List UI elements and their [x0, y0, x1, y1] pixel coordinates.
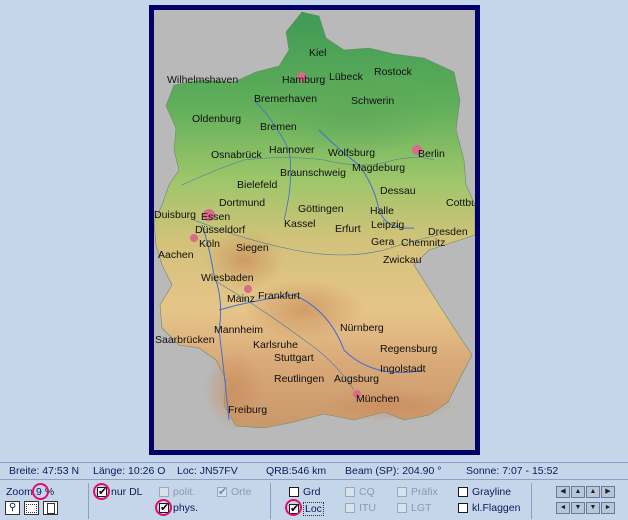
city-label: Bremen: [260, 121, 297, 133]
scroll-right-button[interactable]: ▶: [601, 486, 615, 498]
city-label: Regensburg: [380, 343, 438, 355]
itu-checkbox[interactable]: ITU: [345, 502, 376, 514]
city-label: München: [356, 393, 400, 405]
locator-readout: Loc: JN57FV: [177, 465, 238, 477]
city-label: Rostock: [374, 66, 412, 78]
zoom-tool-button[interactable]: ⚲: [5, 501, 20, 515]
scroll-home-button[interactable]: ◄: [556, 502, 570, 514]
city-label: Düsseldorf: [195, 224, 246, 236]
map-controls: Zoom 9% ⚲ ✔ nur DL polit. ✔ Orte ✔ phys.…: [0, 481, 628, 520]
cq-checkbox[interactable]: CQ: [345, 486, 375, 498]
scroll-down-button[interactable]: ▼: [571, 502, 585, 514]
city-label: Köln: [199, 238, 221, 250]
end-icon: ►: [604, 504, 612, 511]
city-label: Freiburg: [228, 404, 268, 416]
arrow-bottom-icon: ▼: [589, 504, 597, 511]
city-label: Kassel: [284, 218, 316, 230]
scroll-top-button[interactable]: ▲: [586, 486, 600, 498]
city-label: Chemnitz: [401, 237, 446, 249]
city-label: Siegen: [236, 242, 269, 254]
city-label: Reutlingen: [274, 373, 325, 385]
arrow-top-icon: ▲: [589, 488, 597, 495]
city-label: Leipzig: [371, 219, 405, 231]
city-label: Hamburg: [282, 74, 326, 86]
beam-readout: Beam (SP): 204.90 °: [345, 465, 442, 477]
city-label: Halle: [370, 205, 394, 217]
city-label: Oldenburg: [192, 113, 242, 125]
nur-dl-highlight-circle: [93, 483, 110, 500]
city-label: Zwickau: [383, 254, 422, 266]
praefix-checkbox[interactable]: Präfix: [397, 486, 438, 498]
city-label: Wilhelmshaven: [167, 74, 239, 86]
zoom-highlight-circle: [32, 483, 49, 500]
city-label: Dessau: [380, 185, 416, 197]
laenge-readout: Länge: 10:26 O: [93, 465, 166, 477]
city-label: Göttingen: [298, 203, 344, 215]
map-frame: Kiel Rostock Wilhelmshaven Hamburg Lübeck Bre…: [149, 5, 480, 455]
status-bar: Breite: 47:53 N Länge: 10:26 O Loc: JN57…: [0, 462, 628, 480]
scroll-left-button[interactable]: ◀: [556, 486, 570, 498]
city-label: Saarbrücken: [155, 334, 215, 346]
grd-checkbox[interactable]: Grd: [289, 486, 321, 498]
city-label: Karlsruhe: [253, 339, 298, 351]
page-icon: [46, 503, 55, 514]
loc-highlight-circle: [285, 499, 302, 516]
city-label: Braunschweig: [280, 167, 346, 179]
city-label: Dortmund: [219, 197, 266, 209]
city-label: Nürnberg: [340, 322, 384, 334]
city-label: Wiesbaden: [201, 272, 254, 284]
home-icon: ◄: [559, 504, 567, 511]
scroll-bottom-button[interactable]: ▼: [586, 502, 600, 514]
grayline-checkbox[interactable]: Grayline: [458, 486, 511, 498]
city-label: Kiel: [309, 47, 327, 59]
city-label: Magdeburg: [352, 162, 406, 174]
select-tool-button[interactable]: [24, 501, 39, 515]
arrow-right-icon: ▶: [605, 488, 611, 495]
page-tool-button[interactable]: [43, 501, 58, 515]
city-label: Augsburg: [334, 373, 379, 385]
city-label: Osnabrück: [211, 149, 262, 161]
scroll-up-button[interactable]: ▲: [571, 486, 585, 498]
lgt-checkbox[interactable]: LGT: [397, 502, 431, 514]
city-label: Frankfurt: [258, 290, 301, 302]
city-label: Hannover: [269, 144, 315, 156]
city-label: Aachen: [158, 249, 194, 261]
selection-rect-icon: [26, 504, 37, 513]
orte-checkbox[interactable]: ✔ Orte: [217, 486, 251, 498]
city-label: Bielefeld: [237, 179, 278, 191]
divider: [88, 483, 89, 519]
breite-readout: Breite: 47:53 N: [9, 465, 80, 477]
sonne-readout: Sonne: 7:07 - 15:52: [466, 465, 559, 477]
city-label: Gera: [371, 236, 395, 248]
divider: [270, 483, 271, 519]
divider: [531, 483, 532, 519]
city-label: Berlin: [418, 148, 445, 160]
city-label: Schwerin: [351, 95, 395, 107]
city-label: Bremerhaven: [254, 93, 318, 105]
city-label: Cottbus: [446, 197, 475, 209]
zoom-label: Zoom: [6, 486, 33, 498]
city-label: Mannheim: [214, 324, 264, 336]
city-label: Erfurt: [335, 223, 361, 235]
arrow-up-icon: ▲: [574, 488, 582, 495]
city-label: Essen: [201, 211, 231, 223]
qrb-readout: QRB:546 km: [266, 465, 327, 477]
city-label: Wolfsburg: [328, 147, 376, 159]
phys-highlight-circle: [155, 499, 172, 516]
city-label: Stuttgart: [274, 352, 314, 364]
arrow-down-icon: ▼: [574, 504, 582, 511]
city-label: Lübeck: [329, 71, 363, 83]
scroll-end-button[interactable]: ►: [601, 502, 615, 514]
arrow-left-icon: ◀: [560, 488, 566, 495]
city-label: Mainz: [227, 293, 256, 305]
city-label: Duisburg: [154, 209, 197, 221]
magnifier-icon: ⚲: [8, 502, 17, 513]
city-label: Ingolstadt: [380, 363, 426, 375]
map-canvas[interactable]: Kiel Rostock Wilhelmshaven Hamburg Lübeck Bre…: [154, 10, 475, 450]
kl-flaggen-checkbox[interactable]: kl.Flaggen: [458, 502, 520, 514]
polit-checkbox[interactable]: polit.: [159, 486, 195, 498]
